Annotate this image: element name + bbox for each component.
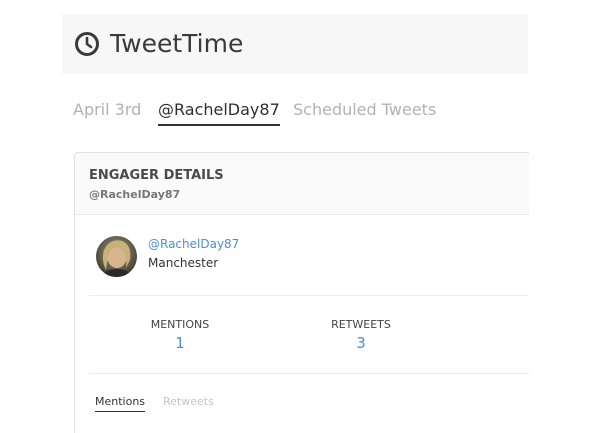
avatar-image: [96, 236, 137, 277]
tab-rachelday87[interactable]: @RachelDay87: [158, 100, 280, 126]
profile-handle-link[interactable]: @RachelDay87: [148, 237, 239, 251]
app-header: TweetTime: [62, 14, 528, 74]
clock-icon: [75, 32, 99, 56]
engager-details-card: ENGAGER DETAILS @RachelDay87 @RachelDay8…: [74, 152, 529, 433]
card-title: ENGAGER DETAILS: [89, 168, 224, 183]
card-header: ENGAGER DETAILS @RachelDay87: [75, 153, 529, 215]
stat-value: 1: [175, 334, 185, 352]
stat-retweets: RETWEETS 3: [301, 318, 421, 352]
profile-location: Manchester: [148, 256, 219, 270]
divider: [89, 373, 529, 374]
stat-rt: RT -: [475, 318, 529, 352]
stat-label: RETWEETS: [331, 318, 391, 331]
subtab-mentions[interactable]: Mentions: [95, 395, 146, 412]
app-title: TweetTime: [110, 29, 244, 58]
avatar[interactable]: [96, 236, 137, 277]
stat-mentions: MENTIONS 1: [120, 318, 240, 352]
stat-label: MENTIONS: [150, 318, 210, 331]
stat-label: RT: [475, 318, 529, 331]
divider: [89, 295, 529, 296]
card-subtitle: @RachelDay87: [89, 188, 181, 201]
stat-value: -: [475, 334, 529, 352]
tab-april-3rd[interactable]: April 3rd: [73, 100, 141, 124]
subtab-retweets[interactable]: Retweets: [163, 395, 214, 411]
tab-scheduled-tweets[interactable]: Scheduled Tweets: [293, 100, 436, 124]
stat-value: 3: [356, 334, 366, 352]
